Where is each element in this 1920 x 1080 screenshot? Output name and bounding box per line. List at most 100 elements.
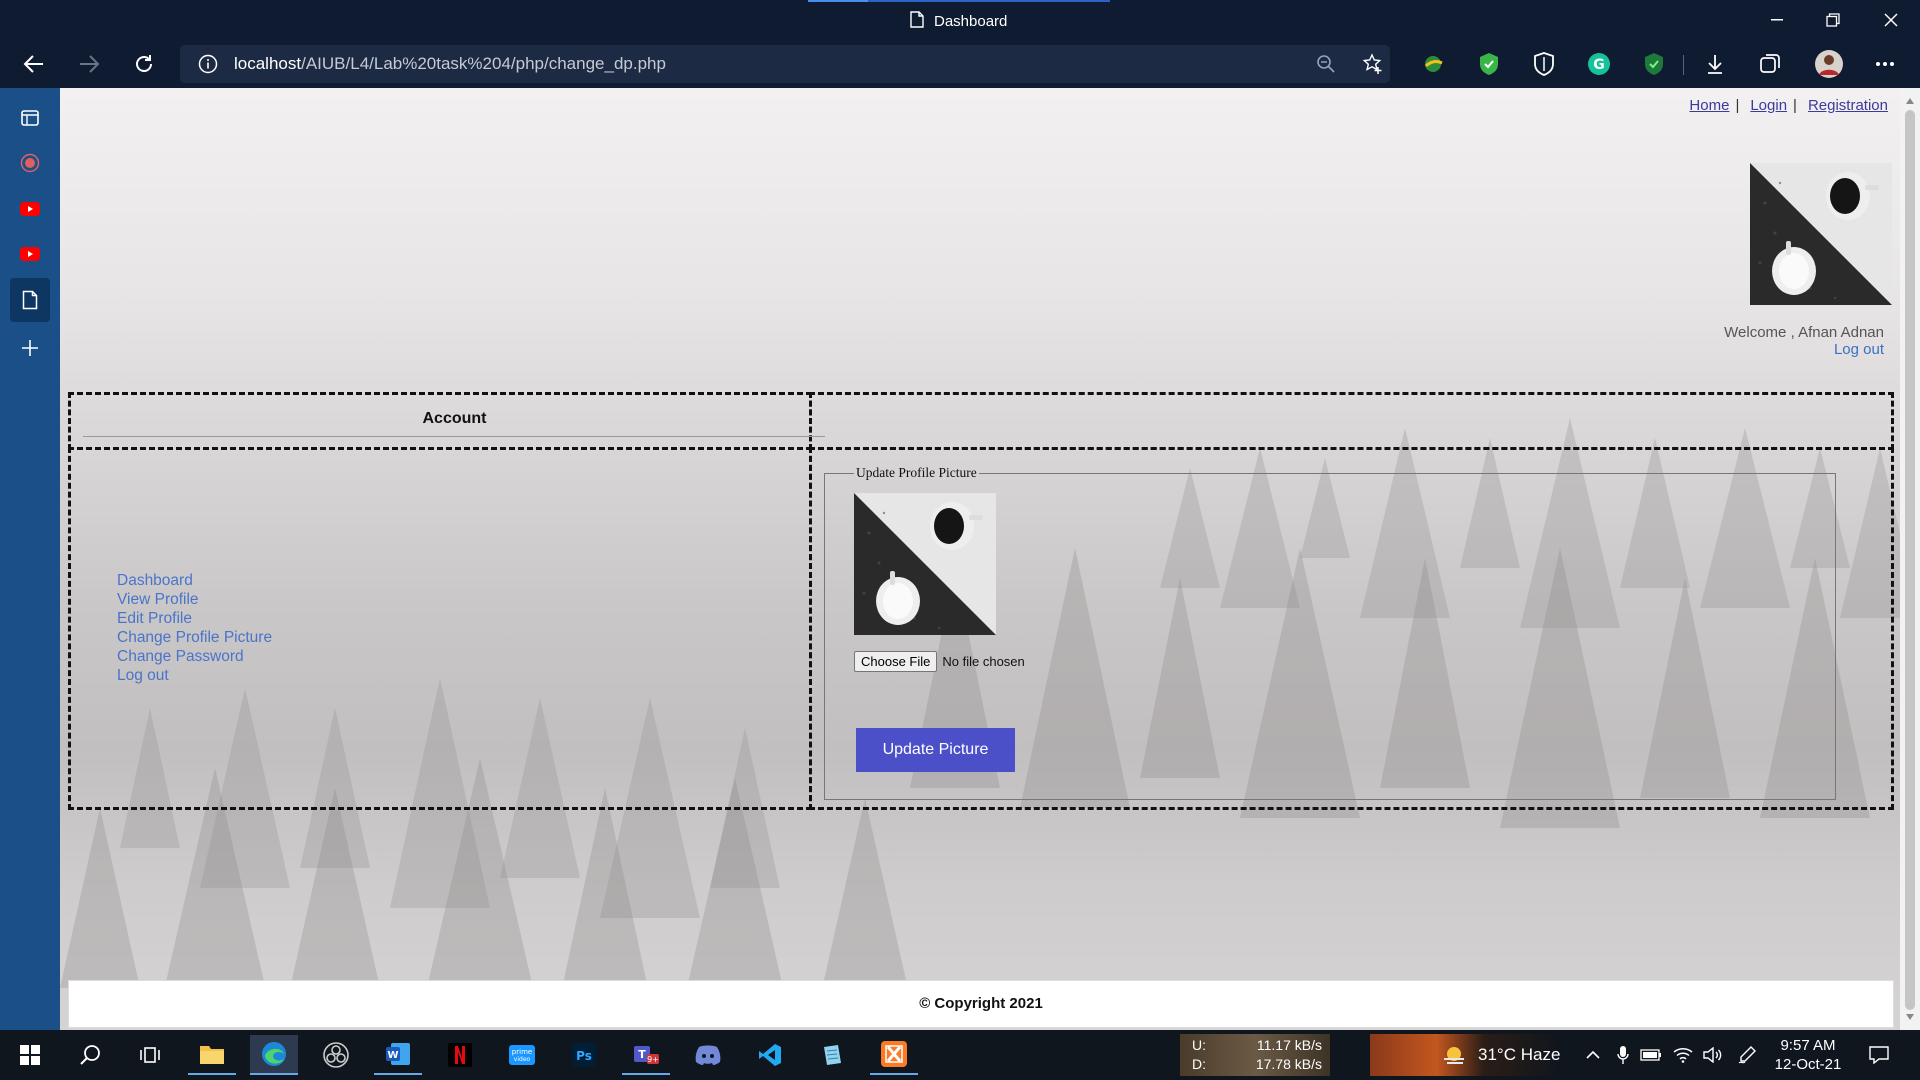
account-divider xyxy=(83,436,825,437)
shield-check-icon[interactable] xyxy=(1476,51,1502,77)
file-input: Choose File No file chosen xyxy=(854,651,1025,672)
restore-button[interactable] xyxy=(1818,6,1848,34)
weather-text[interactable]: 31°C Haze xyxy=(1478,1045,1560,1065)
youtube-tab-icon-2[interactable] xyxy=(14,238,46,270)
menu-change-password-link[interactable]: Change Password xyxy=(117,647,272,666)
download-speed: 17.78 kB/s xyxy=(1255,1056,1322,1072)
clock-date: 12-Oct-21 xyxy=(1774,1056,1842,1073)
windows-taskbar: W prime video Ps T 9+ U: 11.17 kB/s D: 17.… xyxy=(0,1030,1920,1080)
address-bar[interactable]: localhost/AIUB/L4/Lab%20task%204/php/cha… xyxy=(180,45,1390,83)
wifi-icon[interactable] xyxy=(1672,1044,1694,1066)
content-header-box xyxy=(809,392,1894,450)
zoom-out-icon[interactable] xyxy=(1316,54,1336,79)
word-icon[interactable]: W xyxy=(374,1035,422,1075)
discord-icon[interactable] xyxy=(684,1035,732,1075)
info-icon[interactable] xyxy=(198,54,218,79)
svg-text:Ps: Ps xyxy=(576,1049,592,1063)
menu-logout-link[interactable]: Log out xyxy=(117,666,272,685)
vscode-icon[interactable] xyxy=(746,1035,794,1075)
battery-icon[interactable] xyxy=(1640,1044,1662,1066)
teams-icon[interactable]: T 9+ xyxy=(622,1035,670,1075)
menu-dashboard-link[interactable]: Dashboard xyxy=(117,571,272,590)
security-extension-icon[interactable] xyxy=(1641,51,1667,77)
header-logout-link[interactable]: Log out xyxy=(1724,341,1884,358)
toolbar-divider xyxy=(1683,55,1684,75)
welcome-block: Welcome , Afnan Adnan Log out xyxy=(1724,324,1884,358)
svg-text:video: video xyxy=(514,1056,531,1063)
volume-icon[interactable] xyxy=(1702,1044,1724,1066)
login-link[interactable]: Login xyxy=(1750,97,1787,114)
microphone-icon[interactable] xyxy=(1612,1044,1634,1066)
scroll-thumb[interactable] xyxy=(1905,110,1915,1010)
url-text[interactable]: localhost/AIUB/L4/Lab%20task%204/php/cha… xyxy=(234,54,666,74)
task-view-icon[interactable] xyxy=(126,1035,174,1075)
menu-edit-profile-link[interactable]: Edit Profile xyxy=(117,609,272,628)
forward-button[interactable] xyxy=(72,48,106,80)
svg-text:prime: prime xyxy=(512,1048,532,1056)
menu-view-profile-link[interactable]: View Profile xyxy=(117,590,272,609)
svg-text:W: W xyxy=(387,1050,398,1061)
current-profile-picture xyxy=(854,493,996,635)
svg-text:G: G xyxy=(1593,57,1605,73)
tab-actions-icon[interactable] xyxy=(14,102,46,134)
weather-haze-icon xyxy=(1440,1043,1468,1072)
account-title: Account xyxy=(422,410,487,427)
scroll-up-arrow[interactable] xyxy=(1906,98,1914,104)
close-window-button[interactable] xyxy=(1876,6,1906,34)
file-explorer-icon[interactable] xyxy=(188,1035,236,1075)
window-title: Dashboard xyxy=(910,11,1007,32)
new-tab-icon[interactable] xyxy=(14,332,46,364)
pen-ink-icon[interactable] xyxy=(1736,1044,1758,1066)
svg-text:9+: 9+ xyxy=(647,1055,659,1064)
start-button[interactable] xyxy=(6,1035,54,1075)
file-status-text: No file chosen xyxy=(942,654,1025,669)
youtube-tab-icon[interactable] xyxy=(14,193,46,225)
clock-time: 9:57 AM xyxy=(1780,1037,1836,1054)
copyright-text: © Copyright 2021 xyxy=(919,995,1043,1012)
browser-title-bar: Dashboard xyxy=(0,0,1920,40)
page-footer: © Copyright 2021 xyxy=(68,980,1894,1028)
notepad-icon[interactable] xyxy=(808,1035,856,1075)
current-page-tab-icon[interactable] xyxy=(10,278,50,322)
page-viewport: Home | Login | Registration Welcome , Afnan … xyxy=(60,88,1900,1030)
minimize-button[interactable] xyxy=(1762,6,1792,34)
download-label: D: xyxy=(1192,1056,1206,1072)
add-favorite-icon[interactable] xyxy=(1362,53,1384,80)
grammarly-icon[interactable]: G xyxy=(1586,51,1612,77)
nav-separator: | xyxy=(1735,97,1740,114)
menu-change-picture-link[interactable]: Change Profile Picture xyxy=(117,628,272,647)
record-tab-icon[interactable] xyxy=(14,147,46,179)
choose-file-button[interactable]: Choose File xyxy=(854,651,938,672)
welcome-text: Welcome , Afnan Adnan xyxy=(1724,324,1884,341)
search-icon[interactable] xyxy=(66,1035,114,1075)
show-hidden-icons-icon[interactable] xyxy=(1582,1044,1604,1066)
netflix-icon[interactable] xyxy=(436,1035,484,1075)
top-nav-links: Home | Login | Registration xyxy=(1689,97,1888,114)
extension-globe-icon[interactable] xyxy=(1420,51,1446,77)
window-title-text: Dashboard xyxy=(934,13,1008,30)
upload-label: U: xyxy=(1192,1037,1206,1053)
edge-browser-icon[interactable] xyxy=(250,1035,298,1075)
browser-sidebar xyxy=(0,88,60,1030)
xampp-icon[interactable] xyxy=(870,1035,918,1075)
obs-studio-icon[interactable] xyxy=(312,1035,360,1075)
page-scrollbar[interactable] xyxy=(1900,88,1920,1030)
photoshop-icon[interactable]: Ps xyxy=(560,1035,608,1075)
fieldset-legend: Update Profile Picture xyxy=(856,465,977,480)
scroll-down-arrow[interactable] xyxy=(1906,1014,1914,1020)
back-button[interactable] xyxy=(17,48,51,80)
profile-avatar[interactable] xyxy=(1813,48,1845,80)
collections-icon[interactable] xyxy=(1757,51,1783,77)
home-link[interactable]: Home xyxy=(1689,97,1729,114)
update-picture-button[interactable]: Update Picture xyxy=(856,728,1015,772)
registration-link[interactable]: Registration xyxy=(1808,97,1888,114)
account-menu: Dashboard View Profile Edit Profile Chan… xyxy=(117,571,272,685)
notifications-icon[interactable] xyxy=(1868,1044,1890,1066)
refresh-button[interactable] xyxy=(127,48,161,80)
more-options-icon[interactable] xyxy=(1872,51,1898,77)
downloads-icon[interactable] xyxy=(1702,51,1728,77)
network-speed-widget: U: 11.17 kB/s D: 17.78 kB/s xyxy=(1180,1034,1330,1076)
brave-shield-icon[interactable] xyxy=(1531,51,1557,77)
prime-video-icon[interactable]: prime video xyxy=(498,1035,546,1075)
system-clock[interactable]: 9:57 AM 12-Oct-21 xyxy=(1768,1036,1848,1074)
